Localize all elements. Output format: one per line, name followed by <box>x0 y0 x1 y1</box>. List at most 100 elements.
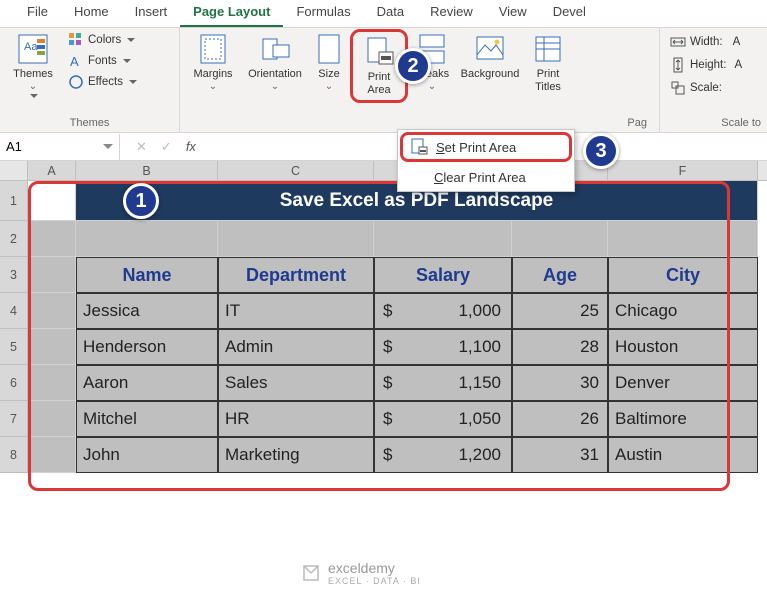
themes-button[interactable]: Aa Themes ⌄ <box>6 31 60 102</box>
col-header-a[interactable]: A <box>28 161 76 180</box>
cell[interactable] <box>28 329 76 365</box>
fx-icon[interactable]: fx <box>186 139 196 154</box>
table-header[interactable]: Department <box>218 257 374 293</box>
cell[interactable] <box>218 221 374 257</box>
tab-developer[interactable]: Devel <box>540 0 599 27</box>
row-header[interactable]: 4 <box>0 293 28 329</box>
scale-control[interactable]: Scale: <box>666 79 746 97</box>
tab-file[interactable]: File <box>14 0 61 27</box>
cell[interactable] <box>512 221 608 257</box>
cell-name[interactable]: Aaron <box>76 365 218 401</box>
cell[interactable] <box>28 221 76 257</box>
print-titles-button[interactable]: Print Titles <box>526 31 570 95</box>
cell[interactable] <box>28 181 76 221</box>
cell-salary[interactable]: $1,150 <box>374 365 512 401</box>
background-button[interactable]: Background <box>456 31 524 83</box>
row-header[interactable]: 7 <box>0 401 28 437</box>
table-header[interactable]: Age <box>512 257 608 293</box>
cell[interactable] <box>28 365 76 401</box>
colors-button[interactable]: Colors <box>64 31 141 49</box>
row-header[interactable]: 2 <box>0 221 28 257</box>
grid-row: 1 Save Excel as PDF Landscape <box>0 181 767 221</box>
margins-button[interactable]: Margins ⌄ <box>186 31 240 94</box>
cell-age[interactable]: 28 <box>512 329 608 365</box>
cell-city[interactable]: Baltimore <box>608 401 758 437</box>
chevron-down-icon: ⌄ <box>325 81 333 93</box>
annotation-badge-3: 3 <box>583 133 619 169</box>
cell[interactable] <box>28 257 76 293</box>
table-header[interactable]: City <box>608 257 758 293</box>
cell-age[interactable]: 30 <box>512 365 608 401</box>
cell-city[interactable]: Houston <box>608 329 758 365</box>
height-value: A <box>734 59 742 71</box>
cell[interactable] <box>374 221 512 257</box>
cell-dept[interactable]: Sales <box>218 365 374 401</box>
cell[interactable] <box>608 221 758 257</box>
cell-dept[interactable]: IT <box>218 293 374 329</box>
cell-age[interactable]: 31 <box>512 437 608 473</box>
size-label: Size <box>318 68 339 81</box>
cancel-icon[interactable]: ✕ <box>136 139 147 155</box>
cell[interactable] <box>28 293 76 329</box>
table-header[interactable]: Name <box>76 257 218 293</box>
tab-home[interactable]: Home <box>61 0 122 27</box>
cell-salary[interactable]: $1,000 <box>374 293 512 329</box>
cell-name[interactable]: Mitchel <box>76 401 218 437</box>
watermark-icon <box>300 562 322 584</box>
row-header[interactable]: 5 <box>0 329 28 365</box>
cell-city[interactable]: Denver <box>608 365 758 401</box>
cell-salary[interactable]: $1,050 <box>374 401 512 437</box>
row-header[interactable]: 1 <box>0 181 28 221</box>
background-icon <box>474 33 506 65</box>
height-control[interactable]: Height: A <box>666 56 746 74</box>
effects-button[interactable]: Effects <box>64 73 141 91</box>
tab-data[interactable]: Data <box>364 0 417 27</box>
cell-salary[interactable]: $1,200 <box>374 437 512 473</box>
cell-dept[interactable]: HR <box>218 401 374 437</box>
name-box[interactable]: A1 <box>0 134 120 160</box>
cell-name[interactable]: John <box>76 437 218 473</box>
row-header[interactable]: 3 <box>0 257 28 293</box>
cell[interactable] <box>28 401 76 437</box>
cell[interactable] <box>76 221 218 257</box>
dollar-sign: $ <box>383 409 392 429</box>
tab-review[interactable]: Review <box>417 0 486 27</box>
cell-age[interactable]: 26 <box>512 401 608 437</box>
table-header[interactable]: Salary <box>374 257 512 293</box>
col-header-f[interactable]: F <box>608 161 758 180</box>
tab-insert[interactable]: Insert <box>122 0 181 27</box>
select-all-corner[interactable] <box>0 161 28 180</box>
set-print-area-item[interactable]: Set Print Area <box>400 132 572 162</box>
table-row: 4 Jessica IT $1,000 25 Chicago <box>0 293 767 329</box>
col-header-c[interactable]: C <box>218 161 374 180</box>
tab-view[interactable]: View <box>486 0 540 27</box>
cell-age[interactable]: 25 <box>512 293 608 329</box>
clear-print-area-item[interactable]: Clear Print Area <box>398 164 574 191</box>
fonts-button[interactable]: A Fonts <box>64 52 141 70</box>
cell-city[interactable]: Austin <box>608 437 758 473</box>
row-header[interactable]: 6 <box>0 365 28 401</box>
orientation-button[interactable]: Orientation ⌄ <box>242 31 308 94</box>
margins-label: Margins <box>193 68 232 81</box>
tab-formulas[interactable]: Formulas <box>283 0 363 27</box>
tab-page-layout[interactable]: Page Layout <box>180 0 283 27</box>
row-header[interactable]: 8 <box>0 437 28 473</box>
cell-dept[interactable]: Marketing <box>218 437 374 473</box>
cell-name[interactable]: Henderson <box>76 329 218 365</box>
set-print-area-label: Set Print Area <box>436 140 516 155</box>
cell-city[interactable]: Chicago <box>608 293 758 329</box>
col-header-b[interactable]: B <box>76 161 218 180</box>
table-row: 8 John Marketing $1,200 31 Austin <box>0 437 767 473</box>
size-button[interactable]: Size ⌄ <box>310 31 348 94</box>
effects-label: Effects <box>88 76 123 88</box>
grid-row: 3 Name Department Salary Age City <box>0 257 767 293</box>
width-control[interactable]: Width: A <box>666 33 746 51</box>
cell-dept[interactable]: Admin <box>218 329 374 365</box>
cell-name[interactable]: Jessica <box>76 293 218 329</box>
colors-icon <box>68 32 84 48</box>
group-scale: Width: A Height: A Scale: Scale to <box>660 28 767 132</box>
cell[interactable] <box>28 437 76 473</box>
cell-salary[interactable]: $1,100 <box>374 329 512 365</box>
enter-icon[interactable]: ✓ <box>161 139 172 155</box>
worksheet-grid: A B C D E F 1 Save Excel as PDF Landscap… <box>0 161 767 473</box>
